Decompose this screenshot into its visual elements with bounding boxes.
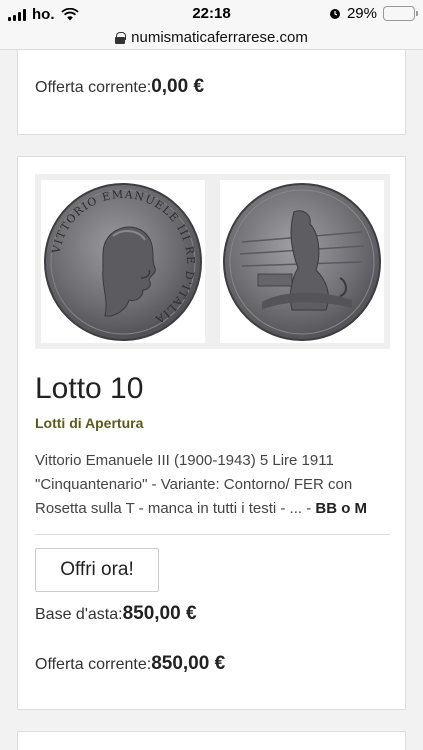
- battery-icon: [383, 6, 418, 21]
- current-offer-line: Offerta corrente:0,00 €: [35, 76, 204, 98]
- base-price-line: Base d'asta:850,00 €: [35, 603, 197, 625]
- status-bar: ho. 22:18 29%: [0, 0, 423, 28]
- current-offer-value: 0,00 €: [151, 76, 205, 97]
- coin-reverse-graphic: [223, 182, 381, 341]
- current-offer-label: Offerta corrente:: [35, 656, 152, 673]
- bid-now-button[interactable]: Offri ora!: [35, 548, 159, 592]
- url-text[interactable]: numismaticaferrarese.com: [131, 29, 308, 46]
- coin-images: VITTORIO EMANUELE III RE D'ITALIA: [35, 174, 390, 349]
- status-right: 29%: [329, 5, 418, 22]
- lot-title: Lotto 10: [35, 372, 144, 405]
- current-offer-label: Offerta corrente:: [35, 79, 152, 96]
- coin-reverse-image[interactable]: [220, 180, 384, 343]
- lock-icon: [115, 31, 127, 44]
- coin-obverse-graphic: VITTORIO EMANUELE III RE D'ITALIA: [44, 182, 202, 341]
- battery-percent: 29%: [346, 5, 377, 22]
- lot-category-link[interactable]: Lotti di Apertura: [35, 415, 143, 431]
- current-offer-value: 850,00 €: [151, 653, 226, 674]
- next-lot-card: [17, 731, 406, 750]
- lot-grade: BB o M: [315, 500, 368, 517]
- base-price-label: Base d'asta:: [35, 606, 123, 623]
- alarm-icon: [329, 9, 340, 19]
- lot-description-text: Vittorio Emanuele III (1900-1943) 5 Lire…: [35, 452, 353, 517]
- lot-description: Vittorio Emanuele III (1900-1943) 5 Lire…: [35, 449, 385, 521]
- previous-lot-card: Offerta corrente:0,00 €: [17, 50, 406, 135]
- lot-card: VITTORIO EMANUELE III RE D'ITALIA Lotto …: [17, 156, 406, 710]
- base-price-value: 850,00 €: [122, 603, 197, 624]
- divider: [35, 534, 390, 535]
- address-bar[interactable]: numismaticaferrarese.com: [0, 26, 423, 50]
- coin-obverse-image[interactable]: VITTORIO EMANUELE III RE D'ITALIA: [41, 180, 205, 343]
- current-offer-line: Offerta corrente:850,00 €: [35, 653, 225, 675]
